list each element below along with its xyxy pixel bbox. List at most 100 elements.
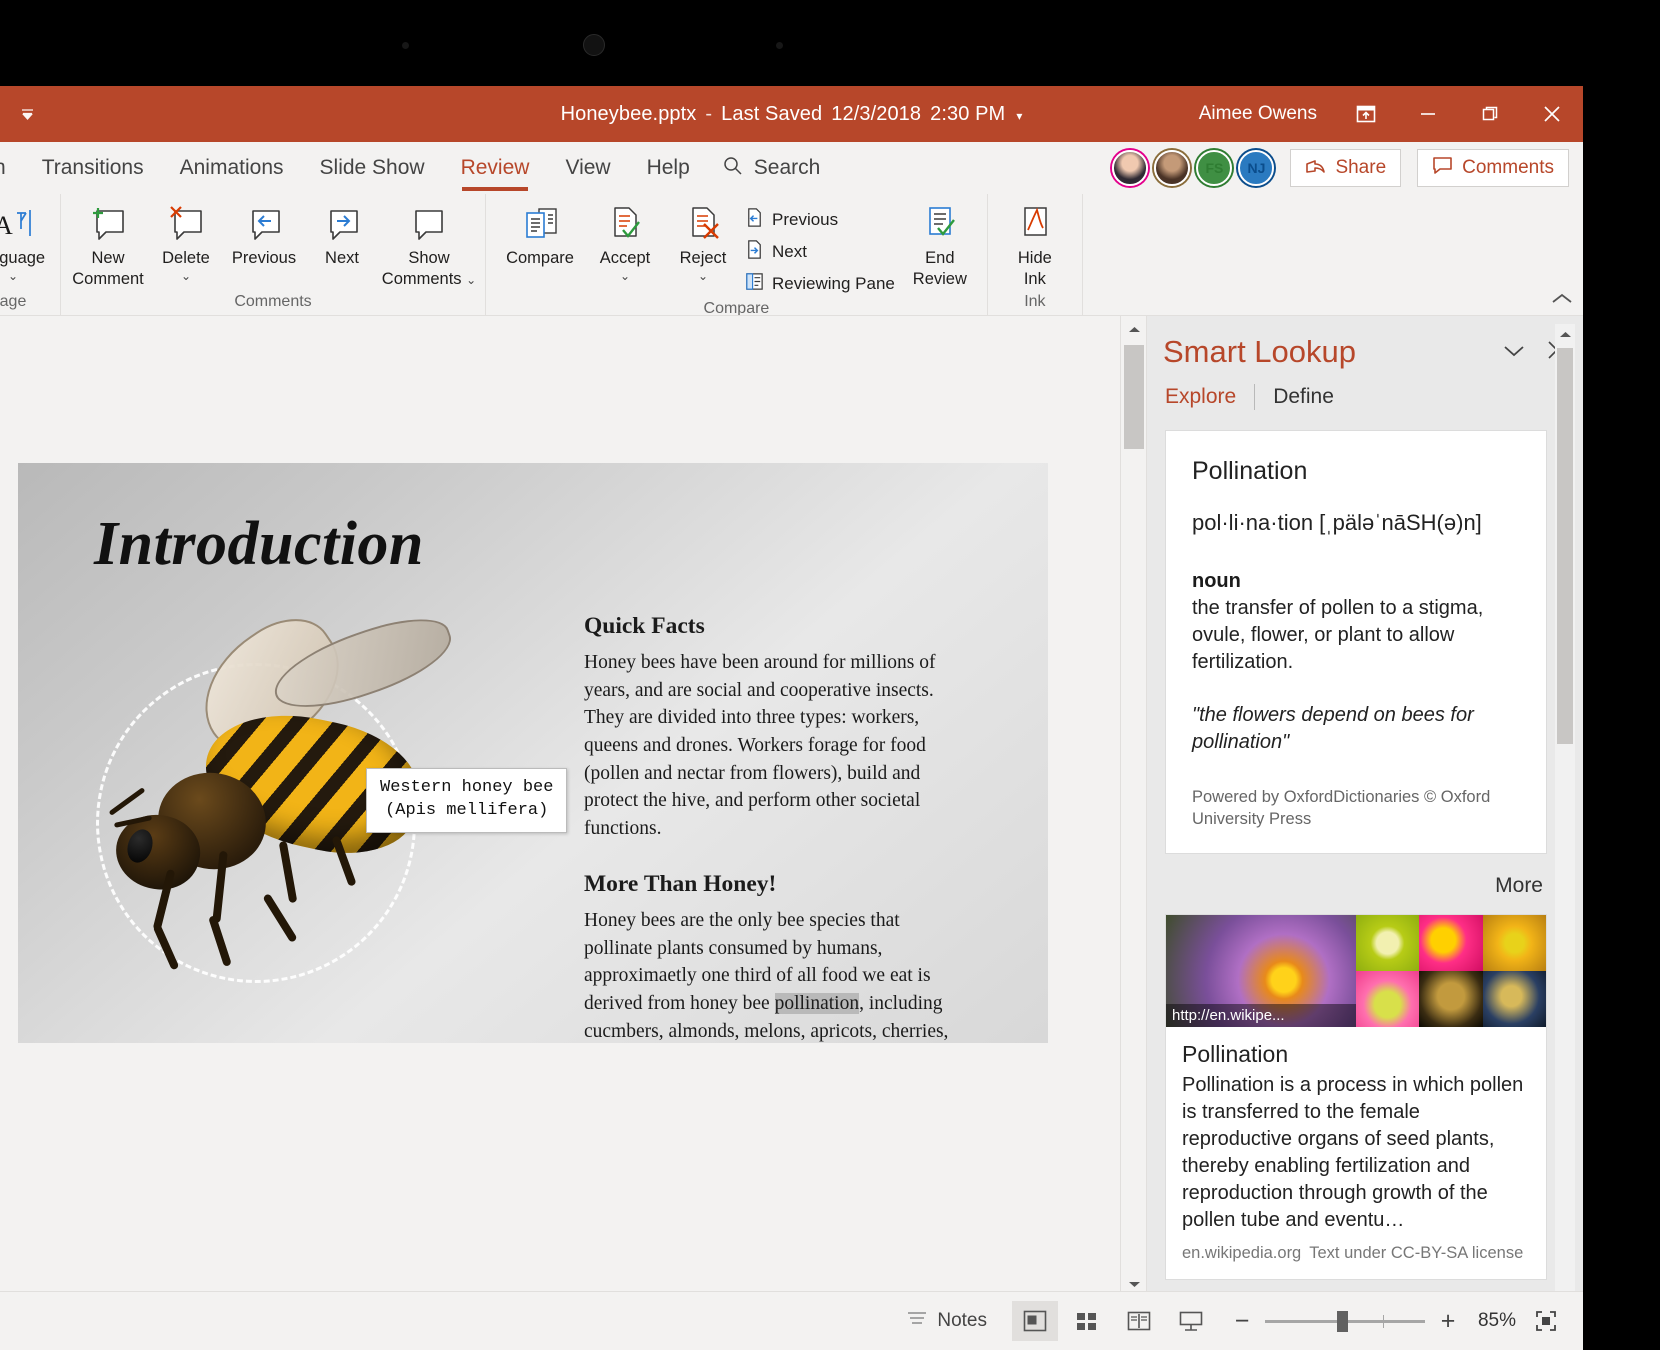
zoom-in-button[interactable]: + xyxy=(1437,1307,1459,1336)
hide-ink-icon xyxy=(1011,202,1059,248)
close-icon[interactable] xyxy=(1521,86,1583,142)
slide-body-text[interactable]: Quick Facts Honey bees have been around … xyxy=(584,613,964,1043)
previous-change-button[interactable]: Previous xyxy=(742,204,901,236)
accept-button[interactable]: Accept ⌄ xyxy=(586,198,664,282)
ribbon-display-options-icon[interactable] xyxy=(1335,86,1397,142)
slide-show-view-button[interactable] xyxy=(1168,1301,1214,1341)
fit-to-window-icon[interactable] xyxy=(1527,1302,1565,1340)
zoom-slider-thumb[interactable] xyxy=(1337,1310,1348,1332)
slide-vertical-scrollbar[interactable] xyxy=(1120,316,1146,1349)
avatar-initials: NJ xyxy=(1247,160,1266,176)
more-row: More xyxy=(1165,872,1547,914)
image-result-thumb[interactable] xyxy=(1356,970,1420,1027)
chevron-down-icon[interactable]: ⌄ xyxy=(8,270,18,282)
slide-sorter-view-button[interactable] xyxy=(1064,1301,1110,1341)
show-comments-label-1: Show xyxy=(408,249,450,267)
zoom-out-button[interactable]: − xyxy=(1231,1307,1253,1336)
zoom-control[interactable]: − + 85% xyxy=(1231,1307,1523,1336)
pane-scrollbar-thumb[interactable] xyxy=(1557,348,1573,744)
tab-slide-show[interactable]: Slide Show xyxy=(302,142,443,194)
ribbon-group-ink: Hide Ink Ink xyxy=(988,194,1083,315)
slide-canvas[interactable]: Introduction Western honey bee (Apis mel… xyxy=(18,463,1048,1043)
tab-transitions[interactable]: Transitions xyxy=(24,142,162,194)
web-result-title[interactable]: Pollination xyxy=(1182,1041,1530,1068)
image-result-thumb[interactable] xyxy=(1482,970,1546,1027)
notes-icon xyxy=(906,1309,928,1333)
zoom-slider[interactable] xyxy=(1265,1310,1425,1332)
saved-date: 12/3/2018 xyxy=(831,102,922,125)
next-comment-button[interactable]: Next xyxy=(303,198,381,269)
tab-animations[interactable]: Animations xyxy=(162,142,302,194)
tab-clipped-previous[interactable]: n xyxy=(0,142,24,194)
next-comment-icon xyxy=(318,202,366,248)
tab-help[interactable]: Help xyxy=(629,142,708,194)
collaborators-and-actions: FS NJ Share Comments xyxy=(1106,142,1583,194)
chevron-down-icon[interactable]: ⌄ xyxy=(466,273,476,287)
quick-access-caret-icon[interactable] xyxy=(8,95,46,133)
scroll-up-icon[interactable] xyxy=(1121,316,1146,342)
pane-tab-define[interactable]: Define xyxy=(1261,385,1346,409)
next-change-label: Next xyxy=(772,242,807,261)
avatar[interactable]: FS xyxy=(1196,150,1233,186)
pane-scrollbar[interactable] xyxy=(1555,324,1575,1349)
compare-button[interactable]: Compare xyxy=(494,198,586,269)
restore-icon[interactable] xyxy=(1459,86,1521,142)
reject-label: Reject xyxy=(679,249,727,267)
show-comments-button[interactable]: Show Comments ⌄ xyxy=(381,198,477,290)
next-change-button[interactable]: Next xyxy=(742,236,901,268)
ribbon-group-label: age xyxy=(0,293,27,310)
chevron-down-icon[interactable]: ⌄ xyxy=(620,270,630,282)
end-review-button[interactable]: End Review xyxy=(901,198,979,290)
definition-term: Pollination xyxy=(1192,457,1308,485)
share-label: Share xyxy=(1335,157,1387,178)
bee-leg xyxy=(152,923,180,971)
image-result-large[interactable]: http://en.wikipe... xyxy=(1166,914,1356,1027)
avatar[interactable] xyxy=(1112,150,1149,186)
avatar[interactable]: NJ xyxy=(1238,150,1275,186)
bezel-sensor-left xyxy=(402,42,409,49)
avatar[interactable] xyxy=(1154,150,1191,186)
new-comment-button[interactable]: New Comment xyxy=(69,198,147,290)
image-result-thumb[interactable] xyxy=(1419,970,1483,1027)
status-bar: Notes − + 85% xyxy=(0,1291,1583,1350)
normal-view-button[interactable] xyxy=(1012,1301,1058,1341)
reject-button[interactable]: Reject ⌄ xyxy=(664,198,742,282)
title-dash: - xyxy=(705,102,713,125)
account-name[interactable]: Aimee Owens xyxy=(1199,103,1317,125)
ribbon: A anguage ⌄ age xyxy=(0,194,1583,316)
title-dropdown-caret-icon[interactable]: ▾ xyxy=(1016,109,1022,123)
chevron-down-icon[interactable]: ⌄ xyxy=(181,270,191,282)
powerpoint-window: Honeybee.pptx - Last Saved 12/3/2018 2:3… xyxy=(0,86,1583,1350)
slide-editing-pane[interactable]: Introduction Western honey bee (Apis mel… xyxy=(0,316,1147,1349)
share-button[interactable]: Share xyxy=(1290,149,1402,187)
hide-ink-button[interactable]: Hide Ink xyxy=(996,198,1074,290)
language-button[interactable]: A anguage ⌄ xyxy=(0,198,52,282)
document-title[interactable]: Honeybee.pptx - Last Saved 12/3/2018 2:3… xyxy=(561,103,1023,126)
highlighted-word[interactable]: pollination xyxy=(774,992,860,1014)
accept-change-icon xyxy=(601,202,649,248)
image-result-thumb[interactable] xyxy=(1356,914,1420,971)
notes-button[interactable]: Notes xyxy=(906,1309,987,1333)
pane-tab-explore[interactable]: Explore xyxy=(1163,385,1248,409)
collapse-ribbon-icon[interactable] xyxy=(1551,291,1573,311)
chevron-down-icon[interactable] xyxy=(1503,342,1525,363)
minimize-icon[interactable] xyxy=(1397,86,1459,142)
search-input[interactable]: Search xyxy=(708,142,835,194)
previous-comment-button[interactable]: Previous xyxy=(225,198,303,269)
pane-scroll-up-icon[interactable] xyxy=(1555,324,1575,344)
definition-attribution: Powered by OxfordDictionaries © Oxford U… xyxy=(1192,788,1491,829)
species-callout-label[interactable]: Western honey bee (Apis mellifera) xyxy=(366,768,568,833)
slide-title[interactable]: Introduction xyxy=(94,509,424,580)
delete-comment-button[interactable]: Delete ⌄ xyxy=(147,198,225,282)
scrollbar-thumb[interactable] xyxy=(1124,345,1144,449)
tab-view[interactable]: View xyxy=(547,142,628,194)
reading-view-button[interactable] xyxy=(1116,1301,1162,1341)
comments-button[interactable]: Comments xyxy=(1417,149,1569,187)
more-link[interactable]: More xyxy=(1495,874,1543,897)
chevron-down-icon[interactable]: ⌄ xyxy=(698,270,708,282)
reviewing-pane-button[interactable]: Reviewing Pane xyxy=(742,268,901,300)
image-result-thumb[interactable] xyxy=(1482,914,1546,971)
definition-pronunciation: pol·li·na·tion [ˌpäləˈnāSH(ə)n] xyxy=(1192,510,1482,535)
tab-review[interactable]: Review xyxy=(443,142,548,194)
image-result-thumb[interactable] xyxy=(1419,914,1483,971)
